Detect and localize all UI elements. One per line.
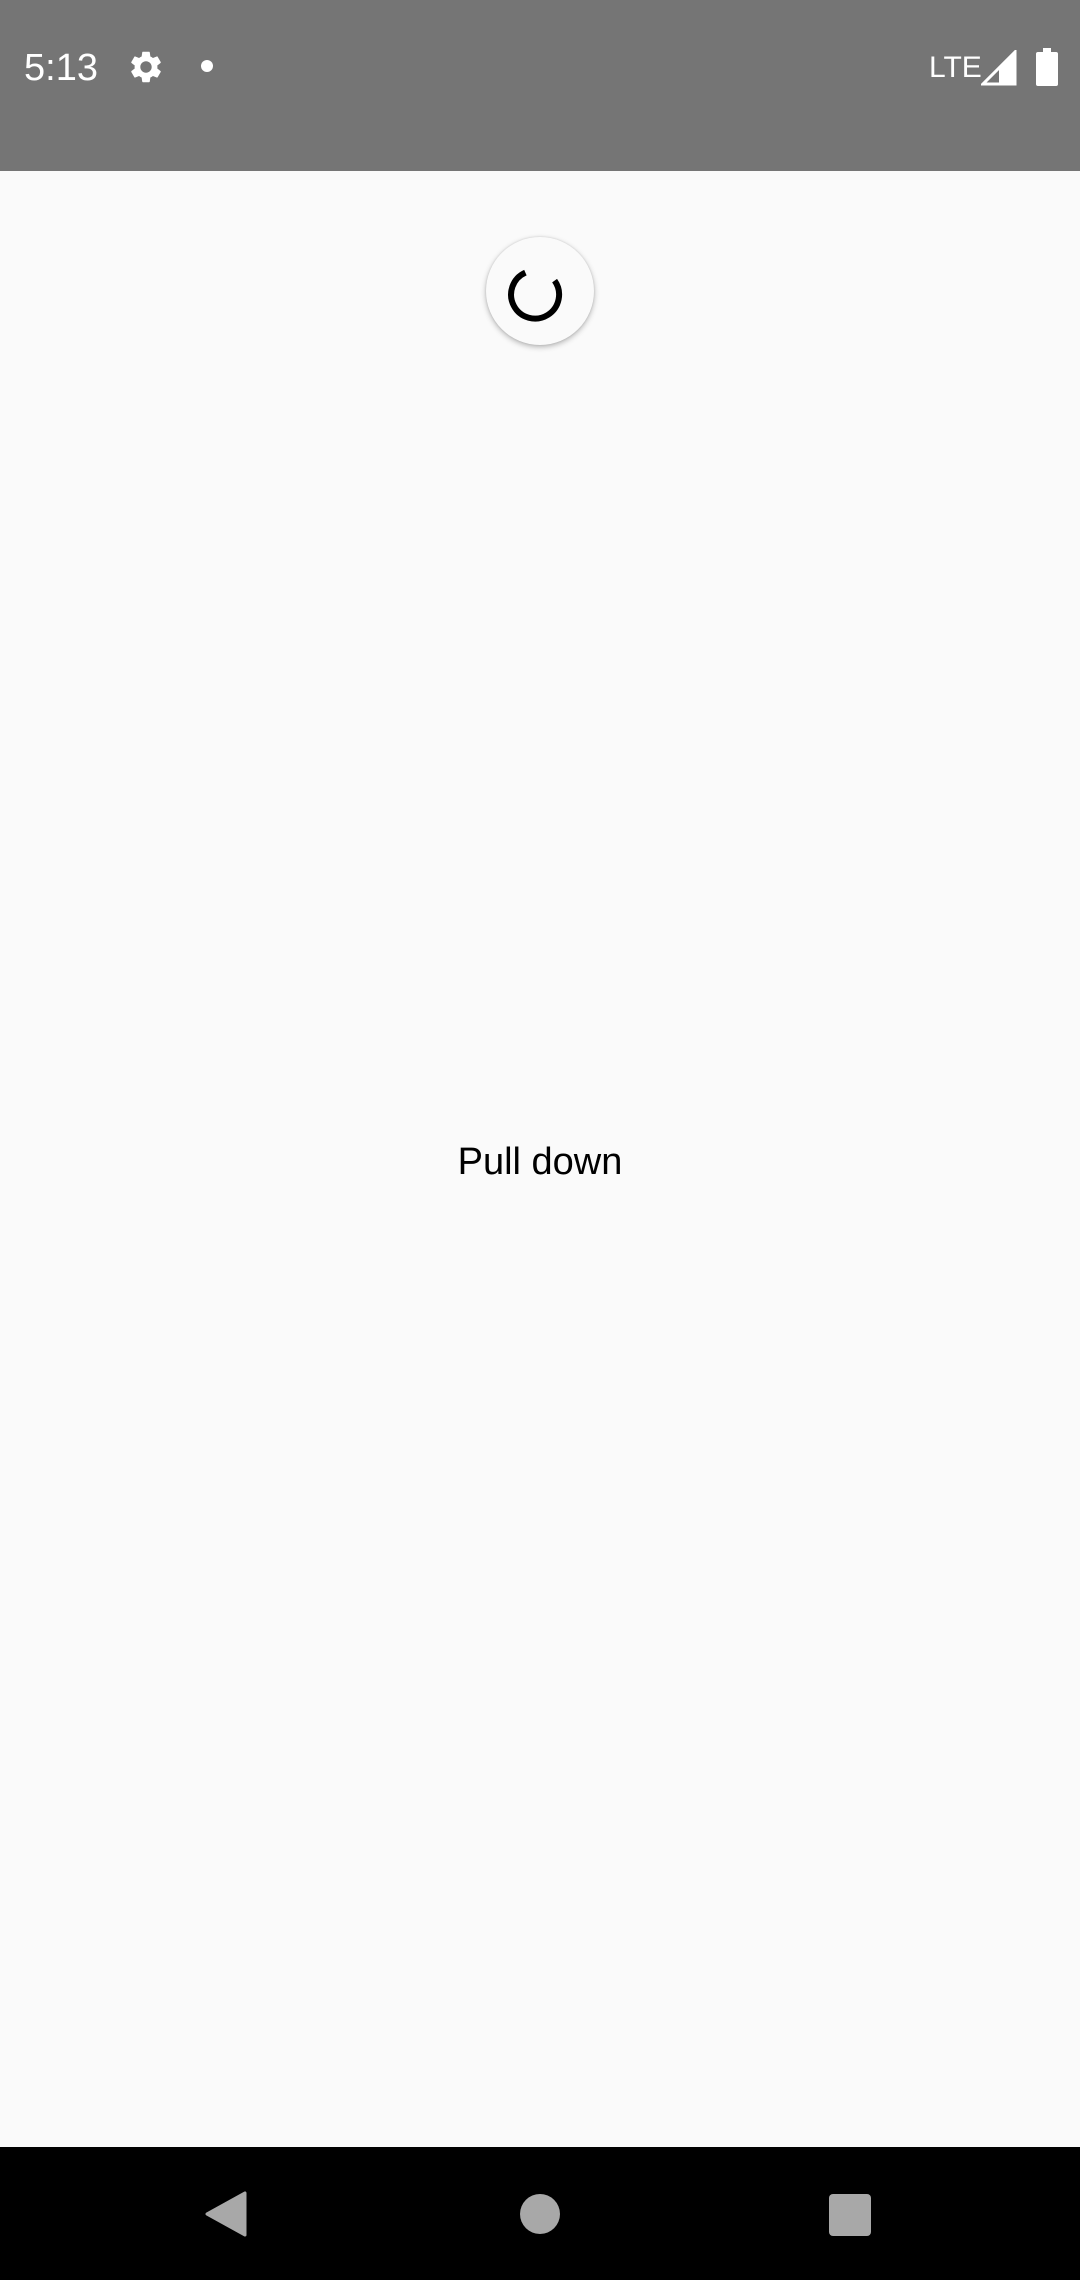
progress-spinner-icon (508, 269, 563, 322)
refresh-indicator (486, 237, 594, 345)
pull-down-message: Pull down (457, 1141, 623, 1183)
signal-icon (979, 48, 1017, 86)
notification-dot-icon (201, 60, 213, 72)
battery-icon (1036, 48, 1058, 86)
home-button[interactable] (520, 2194, 560, 2234)
navigation-bar (0, 2147, 1080, 2280)
status-bar: 5:13 LTE (0, 0, 1080, 171)
status-time: 5:13 (24, 47, 98, 89)
recents-button[interactable] (829, 2194, 871, 2236)
gear-icon (127, 48, 165, 86)
network-type: LTE (929, 51, 982, 84)
back-button[interactable] (205, 2191, 247, 2237)
main-content[interactable]: Pull down (0, 171, 1080, 2147)
